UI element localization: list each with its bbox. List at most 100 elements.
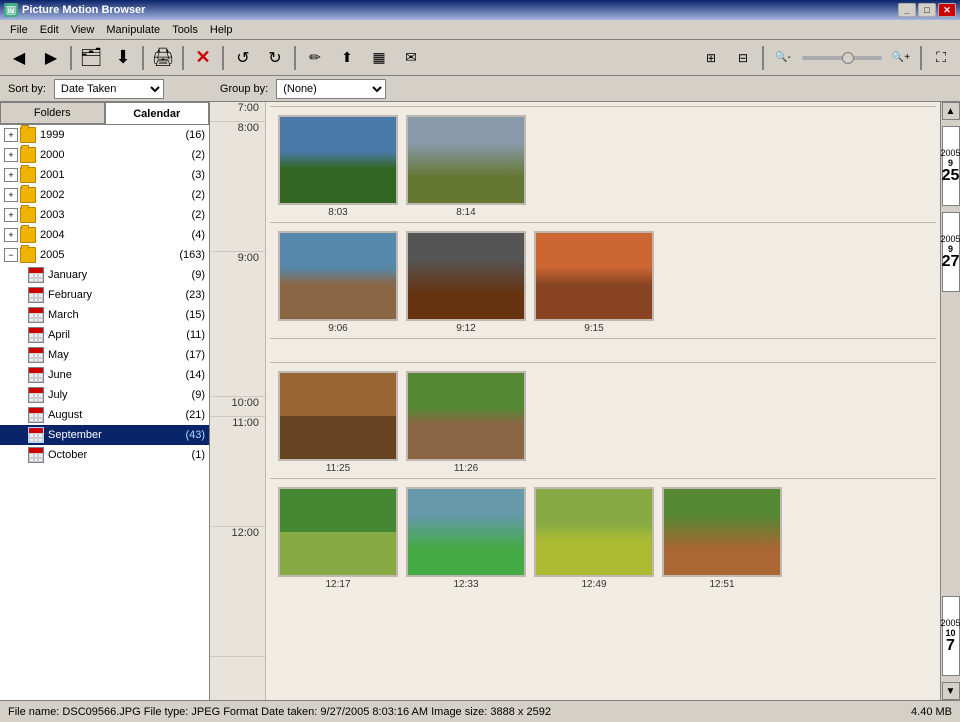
- zoom-thumb: [842, 52, 854, 64]
- import-button[interactable]: ⬇: [108, 44, 138, 72]
- toolbar-sep-6: [762, 46, 764, 70]
- edit-button[interactable]: ✏: [300, 44, 330, 72]
- photo-item-906[interactable]: 9:06: [278, 231, 398, 334]
- fullscreen-button[interactable]: ⛶: [926, 44, 956, 72]
- photo-thumb-814: [406, 115, 526, 205]
- photos-row-1200: 12:17 12:33 12:49 12:51: [270, 483, 936, 594]
- zoom-out-button[interactable]: 🔍-: [768, 44, 798, 72]
- close-button[interactable]: ✕: [938, 3, 956, 17]
- expand-1999[interactable]: +: [4, 128, 18, 142]
- menu-tools[interactable]: Tools: [166, 22, 204, 38]
- folder-icon-2001: [20, 167, 36, 183]
- view-large-button[interactable]: ⊞: [696, 44, 726, 72]
- item-name-october: October: [48, 449, 188, 461]
- tree-item-2000[interactable]: + 2000 (2): [0, 145, 209, 165]
- expand-2005[interactable]: −: [4, 248, 18, 262]
- nav-date-3[interactable]: 2005 10 7: [942, 596, 960, 676]
- tree-item-january[interactable]: January (9): [0, 265, 209, 285]
- item-count-october: (1): [192, 449, 205, 461]
- section-1100: 11:25 11:26: [270, 362, 936, 478]
- toolbar-sep-4: [222, 46, 224, 70]
- maximize-button[interactable]: □: [918, 3, 936, 17]
- nav-down-button[interactable]: ▼: [942, 682, 960, 700]
- expand-2003[interactable]: +: [4, 208, 18, 222]
- photo-thumb-1251: [662, 487, 782, 577]
- photo-item-1126[interactable]: 11:26: [406, 371, 526, 474]
- photo-item-1249[interactable]: 12:49: [534, 487, 654, 590]
- delete-button[interactable]: ✕: [188, 44, 218, 72]
- menu-bar: File Edit View Manipulate Tools Help: [0, 20, 960, 40]
- tree-item-1999[interactable]: + 1999 (16): [0, 125, 209, 145]
- photo-item-1251[interactable]: 12:51: [662, 487, 782, 590]
- photo-item-1125[interactable]: 11:25: [278, 371, 398, 474]
- tree-item-september[interactable]: September (43): [0, 425, 209, 445]
- print-button[interactable]: 🖨: [148, 44, 178, 72]
- tree-item-may[interactable]: May (17): [0, 345, 209, 365]
- browse-button[interactable]: 🗂: [76, 44, 106, 72]
- photo-thumb-906: [278, 231, 398, 321]
- rotate-left-button[interactable]: ↺: [228, 44, 258, 72]
- menu-view[interactable]: View: [65, 22, 101, 38]
- tab-calendar[interactable]: Calendar: [105, 102, 210, 124]
- sort-label: Sort by:: [8, 83, 46, 95]
- nav-date-1[interactable]: 2005 9 25: [942, 126, 960, 206]
- photo-item-1233[interactable]: 12:33: [406, 487, 526, 590]
- photo-item-915[interactable]: 9:15: [534, 231, 654, 334]
- photo-item-912[interactable]: 9:12: [406, 231, 526, 334]
- toolbar-sep-5: [294, 46, 296, 70]
- toolbar-sep-7: [920, 46, 922, 70]
- expand-2001[interactable]: +: [4, 168, 18, 182]
- toolbar-sep-2: [142, 46, 144, 70]
- tree-item-2003[interactable]: + 2003 (2): [0, 205, 209, 225]
- section-1200: 12:17 12:33 12:49 12:51: [270, 478, 936, 594]
- sort-select[interactable]: Date Taken: [54, 79, 164, 99]
- email-button[interactable]: ✉: [396, 44, 426, 72]
- tree-item-february[interactable]: February (23): [0, 285, 209, 305]
- group-select[interactable]: (None): [276, 79, 386, 99]
- tab-folders[interactable]: Folders: [0, 102, 105, 124]
- sidebar-tabs: Folders Calendar: [0, 102, 209, 125]
- view-film-button[interactable]: ⊟: [728, 44, 758, 72]
- tree-item-july[interactable]: July (9): [0, 385, 209, 405]
- photo-time-912: 9:12: [456, 323, 475, 334]
- sidebar: Folders Calendar + 1999 (16) + 2000 (2) …: [0, 102, 210, 700]
- section-800: 8:03 8:14: [270, 106, 936, 222]
- tree-item-october[interactable]: October (1): [0, 445, 209, 465]
- slideshow-button[interactable]: ▦: [364, 44, 394, 72]
- tree-item-2005[interactable]: − 2005 (163): [0, 245, 209, 265]
- menu-manipulate[interactable]: Manipulate: [100, 22, 166, 38]
- minimize-button[interactable]: _: [898, 3, 916, 17]
- tree-item-2002[interactable]: + 2002 (2): [0, 185, 209, 205]
- nav-up-button[interactable]: ▲: [942, 102, 960, 120]
- photo-item-814[interactable]: 8:14: [406, 115, 526, 218]
- cal-icon-april: [28, 327, 44, 343]
- menu-file[interactable]: File: [4, 22, 34, 38]
- photo-item-803[interactable]: 8:03: [278, 115, 398, 218]
- zoom-slider[interactable]: [802, 56, 882, 60]
- menu-edit[interactable]: Edit: [34, 22, 65, 38]
- zoom-in-button[interactable]: 🔍+: [886, 44, 916, 72]
- menu-help[interactable]: Help: [204, 22, 239, 38]
- time-label-700: 7:00: [210, 102, 265, 122]
- tree-item-2004[interactable]: + 2004 (4): [0, 225, 209, 245]
- photo-thumb-1233: [406, 487, 526, 577]
- tree-item-march[interactable]: March (15): [0, 305, 209, 325]
- photo-item-1217[interactable]: 12:17: [278, 487, 398, 590]
- nav-date-2[interactable]: 2005 9 27: [942, 212, 960, 292]
- forward-button[interactable]: ▶: [36, 44, 66, 72]
- tree-item-august[interactable]: August (21): [0, 405, 209, 425]
- item-count-march: (15): [185, 309, 205, 321]
- expand-2002[interactable]: +: [4, 188, 18, 202]
- expand-2000[interactable]: +: [4, 148, 18, 162]
- item-name-2003: 2003: [40, 209, 188, 221]
- export-button[interactable]: ⬆: [332, 44, 362, 72]
- item-count-1999: (16): [185, 129, 205, 141]
- time-label-800: 8:00: [210, 122, 265, 252]
- back-button[interactable]: ◀: [4, 44, 34, 72]
- tree-item-2001[interactable]: + 2001 (3): [0, 165, 209, 185]
- tree-item-june[interactable]: June (14): [0, 365, 209, 385]
- tree-item-april[interactable]: April (11): [0, 325, 209, 345]
- rotate-right-button[interactable]: ↻: [260, 44, 290, 72]
- item-name-2001: 2001: [40, 169, 188, 181]
- expand-2004[interactable]: +: [4, 228, 18, 242]
